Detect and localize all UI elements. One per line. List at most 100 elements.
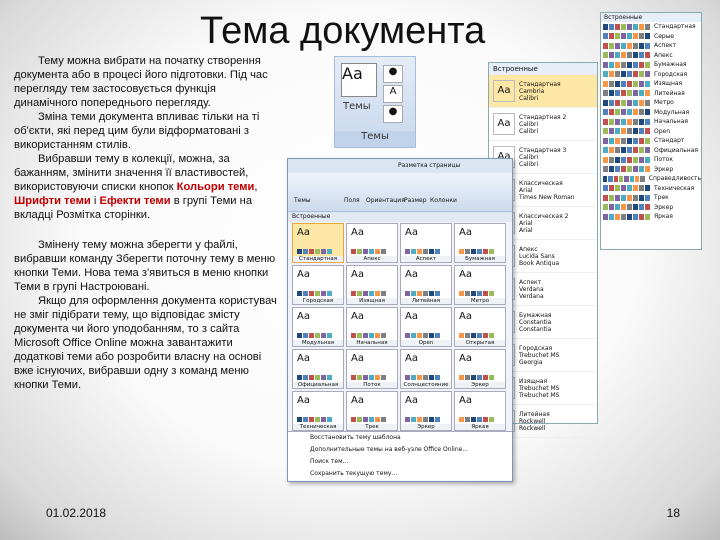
color-swatch bbox=[621, 213, 626, 220]
menu-search[interactable]: Поиск тем... bbox=[288, 456, 512, 468]
color-scheme-item[interactable]: Поток bbox=[601, 155, 701, 165]
color-scheme-item[interactable]: Метро bbox=[601, 98, 701, 108]
color-scheme-item[interactable]: Изящная bbox=[601, 79, 701, 89]
color-swatch bbox=[609, 52, 614, 59]
color-swatch bbox=[633, 204, 638, 211]
color-swatch bbox=[621, 185, 626, 192]
gallery-ribbon: Темы Поля Ориентация Размер Колонки bbox=[288, 173, 512, 212]
page-layout-tab[interactable]: Разметка страницы bbox=[288, 159, 512, 173]
color-swatch bbox=[633, 118, 638, 125]
color-swatch bbox=[603, 128, 608, 135]
color-scheme-item[interactable]: Городская bbox=[601, 70, 701, 80]
body-text: Тему можна вибрати на початку створення … bbox=[14, 54, 282, 392]
group-label: Темы bbox=[335, 131, 415, 147]
theme-thumbnail[interactable]: Aa Литейная bbox=[400, 265, 452, 305]
color-scheme-item[interactable]: Стандартная bbox=[601, 22, 701, 32]
theme-thumbnail[interactable]: Aa Официальная bbox=[292, 349, 344, 389]
theme-effects-icon[interactable]: ● bbox=[383, 105, 403, 123]
rib-orientation[interactable]: Ориентация bbox=[366, 197, 405, 204]
color-swatch bbox=[615, 80, 620, 87]
color-scheme-item[interactable]: Серые bbox=[601, 32, 701, 42]
color-swatch bbox=[645, 71, 650, 78]
menu-more-online[interactable]: Дополнительные темы на веб-узле Office O… bbox=[288, 444, 512, 456]
theme-thumbnail[interactable]: Aa Бумажная bbox=[454, 223, 506, 263]
theme-thumbnail[interactable]: Aa Яркая bbox=[454, 391, 506, 431]
color-scheme-item[interactable]: Справедливость bbox=[601, 174, 701, 184]
color-swatch bbox=[615, 99, 620, 106]
color-swatch bbox=[621, 42, 626, 49]
theme-name: Официальная bbox=[293, 382, 343, 388]
theme-fonts-icon[interactable]: A bbox=[383, 85, 403, 103]
color-swatch bbox=[645, 137, 650, 144]
color-swatch bbox=[627, 185, 632, 192]
color-scheme-item[interactable]: Трек bbox=[601, 193, 701, 203]
slide-title: Тема документа bbox=[200, 10, 486, 52]
theme-thumbnail[interactable]: Aa Трек bbox=[346, 391, 398, 431]
color-scheme-item[interactable]: Литейная bbox=[601, 89, 701, 99]
font-scheme-text: Бумажная Constantia Constantia bbox=[519, 312, 551, 333]
theme-thumbnail[interactable]: Aa Городская bbox=[292, 265, 344, 305]
theme-thumbnail[interactable]: Aa Техническая bbox=[292, 391, 344, 431]
theme-name: Городская bbox=[293, 298, 343, 304]
color-scheme-item[interactable]: Эркер bbox=[601, 165, 701, 175]
theme-thumbnail[interactable]: Aa Эркер bbox=[454, 349, 506, 389]
menu-save[interactable]: Сохранить текущую тему... bbox=[288, 468, 512, 480]
themes-gallery-window: Разметка страницы Темы Поля Ориентация Р… bbox=[287, 158, 513, 482]
theme-name: Техническая bbox=[293, 424, 343, 430]
color-swatch bbox=[639, 156, 644, 163]
rib-size[interactable]: Размер bbox=[404, 197, 427, 204]
color-swatch bbox=[627, 23, 632, 30]
color-scheme-item[interactable]: Аспект bbox=[601, 41, 701, 51]
color-scheme-item[interactable]: Модульная bbox=[601, 108, 701, 118]
themes-button-label[interactable]: Темы bbox=[343, 101, 371, 112]
theme-thumbnail[interactable]: Aa Поток bbox=[346, 349, 398, 389]
color-scheme-item[interactable]: Бумажная bbox=[601, 60, 701, 70]
theme-preview-icon: Aa bbox=[297, 395, 310, 406]
theme-colors-icon[interactable]: ● bbox=[383, 65, 403, 83]
theme-thumbnail[interactable]: Aa Эркер bbox=[400, 391, 452, 431]
color-swatch bbox=[633, 80, 638, 87]
theme-preview-icon: Aa bbox=[405, 395, 418, 406]
color-scheme-item[interactable]: Техническая bbox=[601, 184, 701, 194]
menu-reset[interactable]: Восстановить тему шаблона bbox=[288, 432, 512, 444]
theme-preview-icon: Aa bbox=[297, 227, 310, 238]
color-swatch bbox=[645, 185, 650, 192]
rib-columns[interactable]: Колонки bbox=[430, 197, 457, 204]
color-swatch bbox=[621, 137, 626, 144]
rib-margins[interactable]: Поля bbox=[344, 197, 360, 204]
rib-themes[interactable]: Темы bbox=[294, 197, 311, 204]
color-scheme-item[interactable]: Официальная bbox=[601, 146, 701, 156]
theme-thumbnail[interactable]: Aa Аспект bbox=[400, 223, 452, 263]
color-scheme-item[interactable]: Начальная bbox=[601, 117, 701, 127]
color-swatch bbox=[639, 71, 644, 78]
color-swatch bbox=[603, 109, 608, 116]
theme-thumbnail[interactable]: Aa Изящная bbox=[346, 265, 398, 305]
theme-thumbnail[interactable]: Aa Стандартная bbox=[292, 223, 344, 263]
theme-name: Модульная bbox=[293, 340, 343, 346]
color-scheme-item[interactable]: Апекс bbox=[601, 51, 701, 61]
themes-button-icon[interactable]: Aa bbox=[341, 63, 377, 97]
color-scheme-item[interactable]: Эркер bbox=[601, 203, 701, 213]
font-scheme-item[interactable]: Aa Стандартная 2 Calibri Calibri bbox=[489, 108, 597, 141]
theme-thumbnail[interactable]: Aa Апекс bbox=[346, 223, 398, 263]
theme-thumbnail[interactable]: Aa Открытая bbox=[454, 307, 506, 347]
color-swatch bbox=[627, 156, 632, 163]
font-scheme-name: Классическая 2 bbox=[519, 212, 569, 220]
paragraph-5: Якщо для оформлення документа користувач… bbox=[14, 295, 277, 391]
color-scheme-item[interactable]: Open bbox=[601, 127, 701, 137]
theme-thumbnail[interactable]: Aa Солнцестояние bbox=[400, 349, 452, 389]
body-font: Constantia bbox=[519, 325, 552, 333]
color-scheme-item[interactable]: Яркая bbox=[601, 212, 701, 222]
color-swatch bbox=[621, 71, 626, 78]
colors-header: Встроенные bbox=[601, 13, 701, 22]
theme-thumbnail[interactable]: Aa Метро bbox=[454, 265, 506, 305]
p3-sep: , bbox=[254, 181, 258, 193]
font-scheme-item[interactable]: Aa Стандартная Cambria Calibri bbox=[489, 75, 597, 108]
font-scheme-text: Классическая Arial Times New Roman bbox=[519, 180, 575, 201]
theme-thumbnail[interactable]: Aa Начальная bbox=[346, 307, 398, 347]
font-scheme-text: Классическая 2 Arial Arial bbox=[519, 213, 568, 234]
theme-thumbnail[interactable]: Aa Open bbox=[400, 307, 452, 347]
theme-thumbnail[interactable]: Aa Модульная bbox=[292, 307, 344, 347]
color-swatch bbox=[621, 52, 626, 59]
color-scheme-item[interactable]: Стандарт bbox=[601, 136, 701, 146]
